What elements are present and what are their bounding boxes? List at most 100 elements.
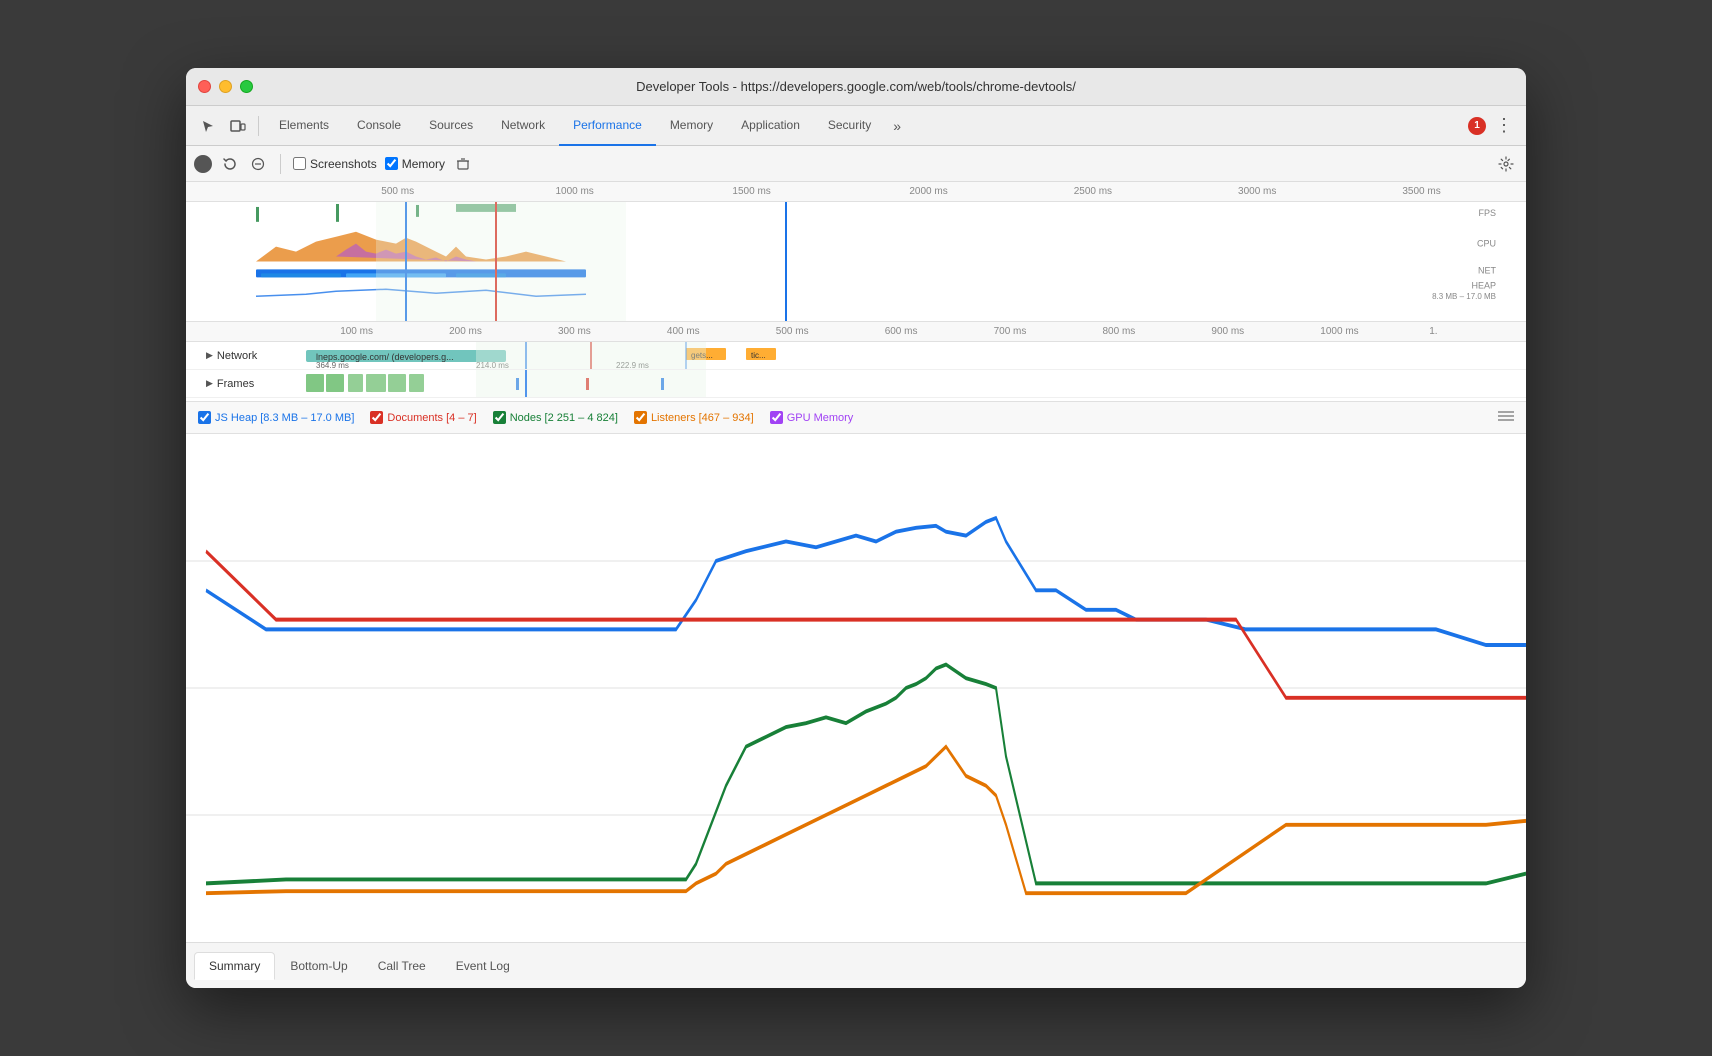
clear-button[interactable] [248, 154, 268, 174]
legend-listeners-check[interactable] [634, 411, 647, 424]
network-track-label: ▶ Network [186, 350, 306, 362]
screenshots-checkbox[interactable] [293, 157, 306, 170]
error-badge: 1 [1468, 117, 1486, 135]
legend-nodes[interactable]: Nodes [2 251 – 4 824] [493, 411, 618, 424]
tick-700: 700 ms [994, 326, 1027, 337]
overview-ruler: 500 ms 1000 ms 1500 ms 2000 ms 2500 ms 3… [186, 182, 1526, 202]
ruler-tick-2000: 2000 ms [909, 186, 947, 197]
legend-js-heap-label: JS Heap [8.3 MB – 17.0 MB] [215, 412, 354, 424]
toolbar-divider [258, 116, 259, 136]
tab-summary[interactable]: Summary [194, 952, 275, 980]
frames-track-title: Frames [217, 378, 254, 390]
screenshots-checkbox-label[interactable]: Screenshots [293, 157, 377, 171]
bottom-tabs: Summary Bottom-Up Call Tree Event Log [186, 942, 1526, 988]
legend-listeners[interactable]: Listeners [467 – 934] [634, 411, 754, 424]
timeline-ruler2: 100 ms 200 ms 300 ms 400 ms 500 ms 600 m… [186, 322, 1526, 342]
timeline-tracks: ▶ Network lneps.google.com/ (developers.… [186, 342, 1526, 402]
svg-text:8.3 MB – 17.0 MB: 8.3 MB – 17.0 MB [1432, 292, 1496, 301]
devtools-window: Developer Tools - https://developers.goo… [186, 68, 1526, 988]
legend-documents-label: Documents [4 – 7] [387, 412, 476, 424]
network-track-svg: lneps.google.com/ (developers.g... 364.9… [306, 342, 1526, 369]
tab-network[interactable]: Network [487, 106, 559, 146]
traffic-lights [198, 80, 253, 93]
legend-js-heap[interactable]: JS Heap [8.3 MB – 17.0 MB] [198, 411, 354, 424]
more-tabs-button[interactable]: » [885, 106, 909, 146]
tab-console[interactable]: Console [343, 106, 415, 146]
more-options-button[interactable]: ⋮ [1490, 112, 1518, 140]
tab-event-log[interactable]: Event Log [441, 952, 525, 980]
cursor-tool-button[interactable] [194, 112, 222, 140]
legend-menu-icon[interactable] [1498, 410, 1514, 425]
tick-1-: 1. [1429, 326, 1437, 337]
legend-documents-check[interactable] [370, 411, 383, 424]
tab-sources[interactable]: Sources [415, 106, 487, 146]
legend-nodes-check[interactable] [493, 411, 506, 424]
svg-text:HEAP: HEAP [1472, 280, 1497, 290]
timeline-ruler-ticks: 100 ms 200 ms 300 ms 400 ms 500 ms 600 m… [316, 322, 1526, 341]
tab-call-tree[interactable]: Call Tree [363, 952, 441, 980]
network-track-content: lneps.google.com/ (developers.g... 364.9… [306, 342, 1526, 369]
settings-button[interactable] [1494, 152, 1518, 176]
tick-200: 200 ms [449, 326, 482, 337]
frames-track-arrow: ▶ [206, 378, 213, 389]
record-button[interactable] [194, 155, 212, 173]
secondary-toolbar: Screenshots Memory [186, 146, 1526, 182]
svg-text:CPU: CPU [1477, 239, 1496, 249]
toolbar-right: 1 ⋮ [1468, 112, 1518, 140]
network-track-title: Network [217, 350, 257, 362]
ruler-ticks: 500 ms 1000 ms 1500 ms 2000 ms 2500 ms 3… [246, 182, 1510, 201]
minimize-button[interactable] [219, 80, 232, 93]
device-toggle-button[interactable] [224, 112, 252, 140]
tick-400: 400 ms [667, 326, 700, 337]
delete-button[interactable] [453, 154, 473, 174]
window-title: Developer Tools - https://developers.goo… [636, 79, 1076, 94]
tab-bottom-up[interactable]: Bottom-Up [275, 952, 362, 980]
tick-100: 100 ms [340, 326, 373, 337]
legend-gpu-check[interactable] [770, 411, 783, 424]
main-toolbar: Elements Console Sources Network Perform… [186, 106, 1526, 146]
ruler-tick-500: 500 ms [381, 186, 414, 197]
title-bar: Developer Tools - https://developers.goo… [186, 68, 1526, 106]
legend-gpu-memory[interactable]: GPU Memory [770, 411, 854, 424]
svg-text:364.9 ms: 364.9 ms [316, 361, 349, 369]
network-track-arrow: ▶ [206, 350, 213, 361]
frames-track-content [306, 370, 1526, 397]
tick-300: 300 ms [558, 326, 591, 337]
tab-performance[interactable]: Performance [559, 106, 656, 146]
reload-button[interactable] [220, 154, 240, 174]
ruler-tick-1000: 1000 ms [555, 186, 593, 197]
legend-js-heap-check[interactable] [198, 411, 211, 424]
memory-chart-svg [186, 434, 1526, 942]
maximize-button[interactable] [240, 80, 253, 93]
ruler-tick-3500: 3500 ms [1402, 186, 1440, 197]
legend-nodes-label: Nodes [2 251 – 4 824] [510, 412, 618, 424]
ruler-tick-1500: 1500 ms [732, 186, 770, 197]
legend-bar: JS Heap [8.3 MB – 17.0 MB] Documents [4 … [186, 402, 1526, 434]
tab-elements[interactable]: Elements [265, 106, 343, 146]
tick-900: 900 ms [1211, 326, 1244, 337]
tab-application[interactable]: Application [727, 106, 814, 146]
tab-memory[interactable]: Memory [656, 106, 727, 146]
tick-1000: 1000 ms [1320, 326, 1358, 337]
frames-track-svg [306, 370, 1526, 397]
overview-svg: FPS CPU NET HEAP 8.3 MB – 17.0 MB [186, 202, 1526, 321]
tick-600: 600 ms [885, 326, 918, 337]
tab-bar: Elements Console Sources Network Perform… [265, 106, 909, 145]
tick-500: 500 ms [776, 326, 809, 337]
memory-chart [186, 434, 1526, 942]
tab-security[interactable]: Security [814, 106, 885, 146]
svg-text:FPS: FPS [1479, 208, 1497, 218]
network-track-row: ▶ Network lneps.google.com/ (developers.… [186, 342, 1526, 370]
frames-track-label: ▶ Frames [186, 378, 306, 390]
ruler-tick-2500: 2500 ms [1074, 186, 1112, 197]
legend-gpu-label: GPU Memory [787, 412, 854, 424]
secondary-divider [280, 154, 281, 174]
close-button[interactable] [198, 80, 211, 93]
legend-listeners-label: Listeners [467 – 934] [651, 412, 754, 424]
memory-checkbox-label[interactable]: Memory [385, 157, 445, 171]
memory-checkbox[interactable] [385, 157, 398, 170]
tick-800: 800 ms [1103, 326, 1136, 337]
error-indicator[interactable]: 1 [1468, 117, 1486, 135]
legend-documents[interactable]: Documents [4 – 7] [370, 411, 476, 424]
overview-section: FPS CPU NET HEAP 8.3 MB – 17.0 MB [186, 202, 1526, 322]
